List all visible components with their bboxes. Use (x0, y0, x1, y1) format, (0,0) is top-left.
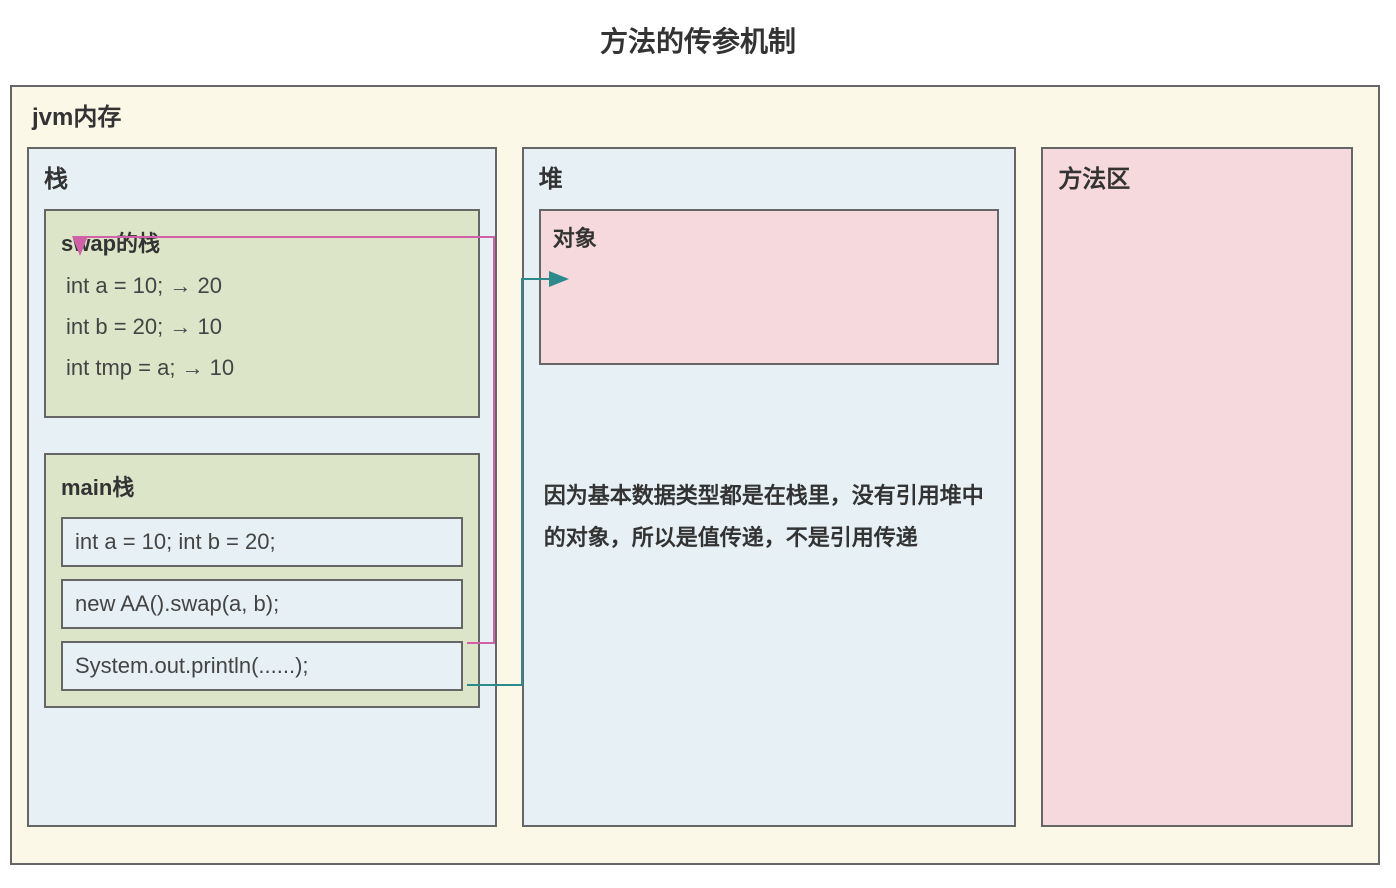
method-area-section: 方法区 (1041, 147, 1353, 827)
page-title: 方法的传参机制 (10, 20, 1386, 60)
memory-sections: 栈 swap的栈 int a = 10; → 20 int b = 20; → … (27, 147, 1353, 827)
swap-stack-frame: swap的栈 int a = 10; → 20 int b = 20; → 10… (44, 209, 480, 418)
heap-object-box: 对象 (539, 209, 1000, 365)
main-stack-frame: main栈 int a = 10; int b = 20; new AA().s… (44, 453, 480, 708)
jvm-label: jvm内存 (27, 97, 1353, 132)
heap-explanation: 因为基本数据类型都是在栈里，没有引用堆中的对象，所以是值传递，不是引用传递 (539, 475, 1000, 559)
stack-section: 栈 swap的栈 int a = 10; → 20 int b = 20; → … (27, 147, 497, 827)
swap-line-2: int b = 20; → 10 (61, 314, 463, 340)
stack-label: 栈 (44, 159, 480, 194)
method-area-label: 方法区 (1058, 159, 1336, 194)
heap-section: 堆 对象 因为基本数据类型都是在栈里，没有引用堆中的对象，所以是值传递，不是引用… (522, 147, 1017, 827)
main-line-2: new AA().swap(a, b); (61, 579, 463, 629)
main-frame-label: main栈 (61, 470, 463, 502)
swap-frame-label: swap的栈 (61, 226, 463, 258)
main-line-3: System.out.println(......); (61, 641, 463, 691)
heap-label: 堆 (539, 159, 1000, 194)
jvm-memory-container: jvm内存 栈 swap的栈 int a = 10; → 20 int b = … (10, 85, 1380, 865)
swap-line-1: int a = 10; → 20 (61, 273, 463, 299)
swap-line-3: int tmp = a; → 10 (61, 355, 463, 381)
object-label: 对象 (553, 221, 986, 253)
main-line-1: int a = 10; int b = 20; (61, 517, 463, 567)
